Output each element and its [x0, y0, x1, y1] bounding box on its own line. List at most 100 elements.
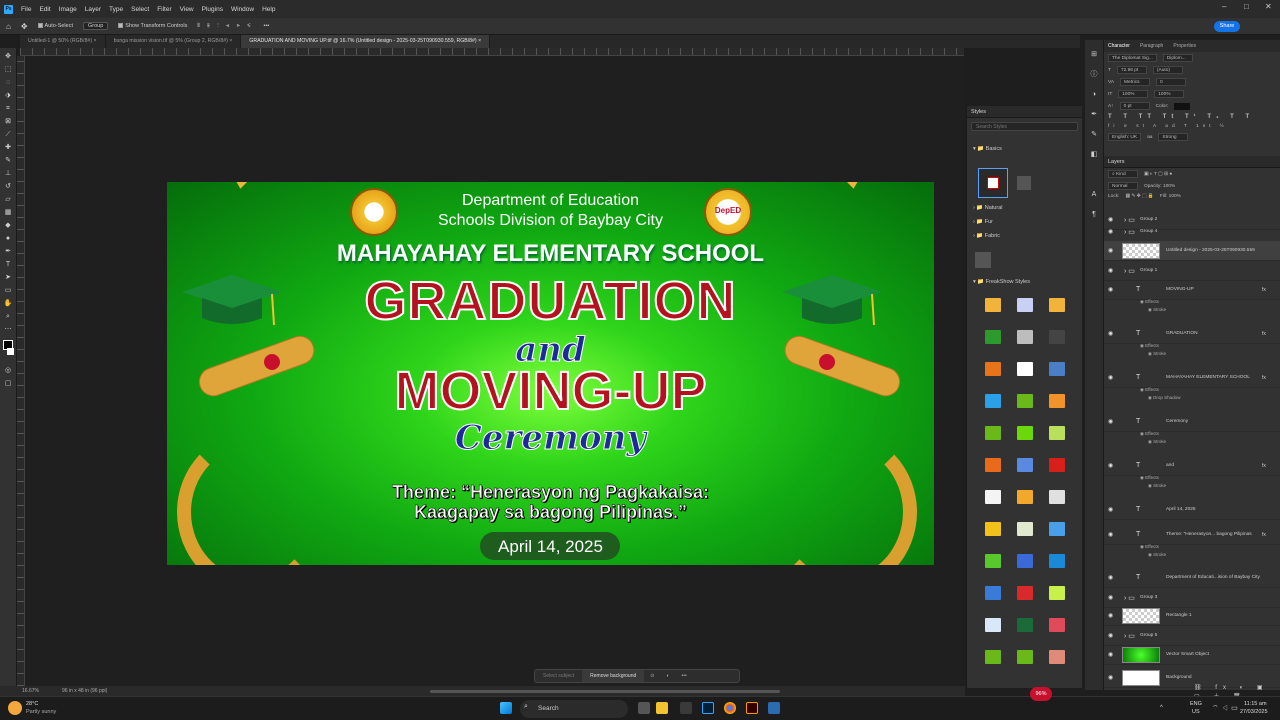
align-icons[interactable]: ⫴ ⫵ ⫶ ⫷ ⫸ ⫹ [197, 23, 253, 30]
style-swatch[interactable] [1017, 650, 1033, 664]
home-icon[interactable]: ⌂ [6, 22, 11, 31]
style-swatch[interactable] [1017, 298, 1033, 312]
visibility-eye-icon[interactable]: ◉ [1108, 228, 1113, 235]
style-swatch[interactable] [985, 618, 1001, 632]
tab-untitled-1[interactable]: Untitled-1 @ 50% (RGB/8#) × [20, 35, 106, 48]
crop-tool-icon[interactable]: ⌗ [3, 104, 13, 114]
layer-row[interactable]: ◉ T MAHAYAHAY ELEMENTARY SCHOOL fx [1104, 368, 1280, 388]
style-swatch[interactable] [1049, 618, 1065, 632]
styles-group-freakshow[interactable]: ▾ 📁 FreakShow Styles [967, 276, 1030, 288]
font-family-select[interactable]: The Diplomat Sig... [1108, 54, 1157, 62]
blur-tool-icon[interactable]: ◆ [3, 221, 13, 231]
paragraph-icon[interactable]: ¶ [1089, 210, 1099, 220]
layer-filter-select[interactable]: ⌕ Kind [1108, 170, 1138, 178]
layer-fx-badge[interactable]: fx [1262, 287, 1266, 293]
marquee-tool-icon[interactable]: ⬚ [3, 65, 13, 75]
maximize-icon[interactable]: □ [1244, 2, 1249, 11]
style-swatch[interactable] [1049, 490, 1065, 504]
layer-row[interactable]: ◉ Tand fx [1104, 456, 1280, 476]
style-swatch[interactable] [1049, 426, 1065, 440]
style-swatch[interactable] [985, 522, 1001, 536]
style-swatch-none[interactable] [978, 168, 1008, 198]
pen-tool-icon[interactable]: ✒ [3, 247, 13, 257]
menu-layer[interactable]: Layer [85, 6, 101, 13]
clock-time[interactable]: 11:15 am [1244, 701, 1267, 707]
type-tool-icon[interactable]: T [3, 260, 13, 270]
visibility-eye-icon[interactable]: ◉ [1108, 267, 1113, 274]
font-style-select[interactable]: Diplom... [1162, 54, 1193, 62]
zoom-level[interactable]: 16.67% [22, 688, 39, 694]
style-swatch[interactable] [985, 586, 1001, 600]
style-swatch[interactable] [985, 650, 1001, 664]
visibility-eye-icon[interactable]: ◉ [1108, 418, 1113, 425]
visibility-eye-icon[interactable]: ◉ [1108, 674, 1113, 681]
styles-panel-icon[interactable]: ◧ [1089, 150, 1099, 160]
photoshop-taskbar-icon[interactable] [702, 702, 714, 714]
style-swatch[interactable] [1017, 394, 1033, 408]
character-icon[interactable]: A [1089, 190, 1099, 200]
style-swatch[interactable] [985, 426, 1001, 440]
style-swatch[interactable] [1017, 458, 1033, 472]
layer-fx-badge[interactable]: fx [1262, 463, 1266, 469]
taskbar-search[interactable]: Search [520, 700, 628, 718]
menu-filter[interactable]: Filter [157, 6, 171, 13]
effect-item[interactable]: ◉ Stroke [1148, 483, 1166, 489]
style-swatch[interactable] [1049, 330, 1065, 344]
visibility-eye-icon[interactable]: ◉ [1108, 651, 1113, 658]
horizontal-scale-field[interactable]: 100% [1154, 90, 1185, 98]
layer-fx-badge[interactable]: fx [1262, 375, 1266, 381]
layer-row[interactable]: ◉ T Ceremony [1104, 412, 1280, 432]
effects-label[interactable]: ◉ Effects [1140, 299, 1159, 305]
visibility-eye-icon[interactable]: ◉ [1108, 462, 1113, 469]
effects-label[interactable]: ◉ Effects [1140, 431, 1159, 437]
tracking-field[interactable]: 0 [1156, 78, 1187, 86]
more-icon[interactable]: ••• [264, 23, 270, 29]
effect-item[interactable]: ◉ Stroke [1148, 307, 1166, 313]
visibility-eye-icon[interactable]: ◉ [1108, 330, 1113, 337]
layer-row[interactable]: ◉ Untitled design - 2025-03-25T090930.559 [1104, 241, 1280, 261]
file-explorer-icon[interactable] [656, 702, 668, 714]
menu-select[interactable]: Select [131, 6, 149, 13]
vertical-scale-field[interactable]: 100% [1118, 90, 1149, 98]
language-indicator[interactable]: ENG [1190, 701, 1202, 707]
visibility-eye-icon[interactable]: ◉ [1108, 286, 1113, 293]
color-swatch[interactable] [1174, 102, 1191, 110]
menu-help[interactable]: Help [262, 6, 275, 13]
auto-select-checkbox[interactable]: Auto-Select [37, 23, 73, 29]
visibility-eye-icon[interactable]: ◉ [1108, 531, 1113, 538]
style-swatch-default[interactable] [1017, 176, 1031, 190]
styles-group-basics[interactable]: ▾ 📁 Basics [967, 143, 1082, 155]
effects-label[interactable]: ◉ Effects [1140, 544, 1159, 550]
layer-row[interactable]: ◉ › ▭ Group 1 [1104, 261, 1280, 281]
task-view-icon[interactable] [638, 702, 650, 714]
weather-temp[interactable]: 28°C [26, 701, 38, 707]
tab-graduation[interactable]: GRADUATION AND MOVING UP.tif @ 16.7% (Un… [241, 35, 491, 48]
paint-icon[interactable] [768, 702, 780, 714]
style-swatch[interactable] [1017, 522, 1033, 536]
style-swatch[interactable] [1049, 298, 1065, 312]
visibility-eye-icon[interactable]: ◉ [1108, 574, 1113, 581]
tray-chevron-icon[interactable]: ^ [1160, 705, 1163, 711]
style-swatch[interactable] [1049, 650, 1065, 664]
stamp-tool-icon[interactable]: ⊥ [3, 169, 13, 179]
wifi-volume-battery-icons[interactable]: ⌔◁▭ [1212, 704, 1241, 713]
style-swatch[interactable] [1017, 330, 1033, 344]
menu-image[interactable]: Image [59, 6, 77, 13]
style-swatch[interactable] [1049, 394, 1065, 408]
effects-label[interactable]: ◉ Effects [1140, 343, 1159, 349]
layer-row[interactable]: ◉ › ▭ Group 5 [1104, 626, 1280, 646]
tab-bunga[interactable]: bunga mission vision.tif @ 5% (Group 2, … [106, 35, 242, 48]
style-swatch[interactable] [1017, 618, 1033, 632]
style-swatch[interactable] [1017, 362, 1033, 376]
select-subject-button[interactable]: Select subject [535, 673, 582, 679]
artboard[interactable]: DepED Department of Education Schools Di… [167, 182, 934, 565]
style-swatch[interactable] [1017, 554, 1033, 568]
frame-tool-icon[interactable]: ⊠ [3, 117, 13, 127]
minimize-icon[interactable]: – [1222, 2, 1226, 11]
fill-field[interactable]: Fill: 100% [1160, 194, 1181, 199]
layer-row[interactable]: ◉ T GRADUATION fx [1104, 324, 1280, 344]
notification-badge[interactable]: 96% [1030, 687, 1052, 701]
move-tool-icon[interactable]: ✥ [3, 52, 13, 62]
zoom-tool-icon[interactable]: ⌕ [3, 312, 13, 322]
info-icon[interactable]: ⓘ [1089, 70, 1099, 80]
